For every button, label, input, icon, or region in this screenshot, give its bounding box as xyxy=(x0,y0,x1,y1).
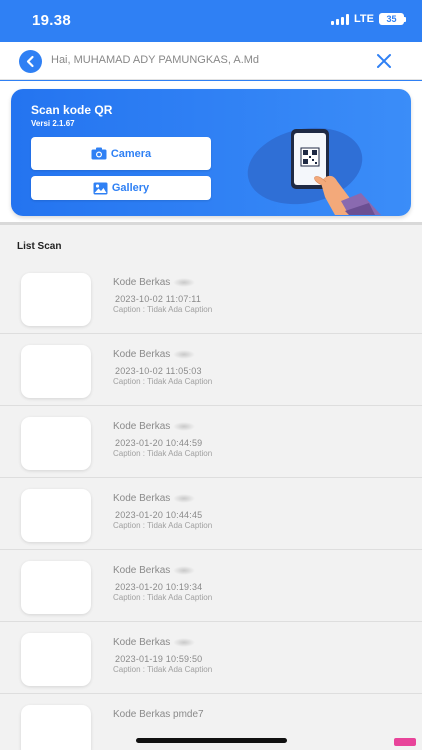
scan-thumbnail xyxy=(21,273,91,326)
list-item[interactable]: Kode Berkas 2023-01-20 10:44:45 Caption … xyxy=(0,480,422,550)
network-type: LTE xyxy=(354,13,374,25)
scan-thumbnail xyxy=(21,489,91,542)
code-label: Kode Berkas xyxy=(113,349,196,360)
code-redacted xyxy=(173,421,196,431)
phone-qr-scan-illustration xyxy=(291,129,381,215)
code-label-text: Kode Berkas xyxy=(113,349,171,360)
scan-date: 2023-01-20 10:44:59 xyxy=(115,438,203,448)
list-item[interactable]: Kode Berkas 2023-10-02 11:07:11 Caption … xyxy=(0,264,422,334)
banner-section: Scan kode QR Versi 2.1.67 Camera Gallery xyxy=(0,81,422,225)
chevron-left-icon xyxy=(26,55,34,68)
gallery-button[interactable]: Gallery xyxy=(31,176,211,200)
status-bar: 19.38 LTE 35 xyxy=(0,0,422,42)
camera-button[interactable]: Camera xyxy=(31,137,211,170)
code-label: Kode Berkas xyxy=(113,565,196,576)
gallery-label: Gallery xyxy=(111,182,150,194)
scan-thumbnail xyxy=(21,345,91,398)
scan-thumbnail xyxy=(21,705,91,750)
app-version: Versi 2.1.67 xyxy=(31,119,75,128)
close-icon[interactable] xyxy=(376,53,392,69)
scan-date: 2023-01-20 10:19:34 xyxy=(115,582,203,592)
scan-thumbnail xyxy=(21,417,91,470)
home-indicator xyxy=(136,738,287,743)
scan-caption: Caption : Tidak Ada Caption xyxy=(113,305,213,314)
code-label: Kode Berkas xyxy=(113,637,196,648)
list-item[interactable]: Kode Berkas 2023-10-02 11:05:03 Caption … xyxy=(0,336,422,406)
scan-caption: Caption : Tidak Ada Caption xyxy=(113,521,213,530)
code-label-text: Kode Berkas xyxy=(113,493,171,504)
scan-thumbnail xyxy=(21,633,91,686)
scan-date: 2023-10-02 11:07:11 xyxy=(115,294,202,304)
list-title: List Scan xyxy=(17,241,62,252)
code-label: Kode Berkas xyxy=(113,421,196,432)
greeting-text: Hai, MUHAMAD ADY PAMUNGKAS, A.Md xyxy=(51,54,260,66)
status-indicators: LTE 35 xyxy=(331,13,406,25)
code-redacted xyxy=(173,493,196,503)
battery-level: 35 xyxy=(386,14,397,24)
list-item[interactable]: Kode Berkas 2023-01-20 10:44:59 Caption … xyxy=(0,408,422,478)
code-redacted xyxy=(173,277,196,287)
scan-date: 2023-01-19 10:59:50 xyxy=(115,654,203,664)
scan-date: 2023-01-20 10:44:45 xyxy=(115,510,203,520)
list-item[interactable]: Kode Berkas 2023-01-20 10:19:34 Caption … xyxy=(0,552,422,622)
code-label-text: Kode Berkas xyxy=(113,421,171,432)
corner-badge xyxy=(394,738,416,746)
camera-label: Camera xyxy=(110,147,152,160)
code-redacted xyxy=(173,349,196,359)
code-label-text: Kode Berkas pmde7 xyxy=(113,709,204,720)
scan-caption: Caption : Tidak Ada Caption xyxy=(113,593,213,602)
scan-thumbnail xyxy=(21,561,91,614)
code-redacted xyxy=(173,565,196,575)
scan-banner: Scan kode QR Versi 2.1.67 Camera Gallery xyxy=(11,89,411,216)
code-label-text: Kode Berkas xyxy=(113,637,171,648)
back-button[interactable] xyxy=(19,50,42,73)
battery-icon: 35 xyxy=(379,13,406,25)
banner-title: Scan kode QR xyxy=(31,103,113,117)
signal-icon xyxy=(331,13,350,25)
code-label: Kode Berkas pmde7 xyxy=(113,709,204,720)
main-content: Scan kode QR Versi 2.1.67 Camera Gallery xyxy=(0,81,422,750)
code-label: Kode Berkas xyxy=(113,493,196,504)
app-header: Hai, MUHAMAD ADY PAMUNGKAS, A.Md xyxy=(0,42,422,80)
code-label-text: Kode Berkas xyxy=(113,277,171,288)
scan-caption: Caption : Tidak Ada Caption xyxy=(113,449,213,458)
scan-date: 2023-10-02 11:05:03 xyxy=(115,366,202,376)
camera-icon xyxy=(91,147,107,160)
code-label-text: Kode Berkas xyxy=(113,565,171,576)
code-redacted xyxy=(173,637,196,647)
scan-caption: Caption : Tidak Ada Caption xyxy=(113,665,213,674)
status-time: 19.38 xyxy=(32,12,72,29)
list-item[interactable]: Kode Berkas 2023-01-19 10:59:50 Caption … xyxy=(0,624,422,694)
image-icon xyxy=(93,182,108,194)
code-label: Kode Berkas xyxy=(113,277,196,288)
scan-caption: Caption : Tidak Ada Caption xyxy=(113,377,213,386)
